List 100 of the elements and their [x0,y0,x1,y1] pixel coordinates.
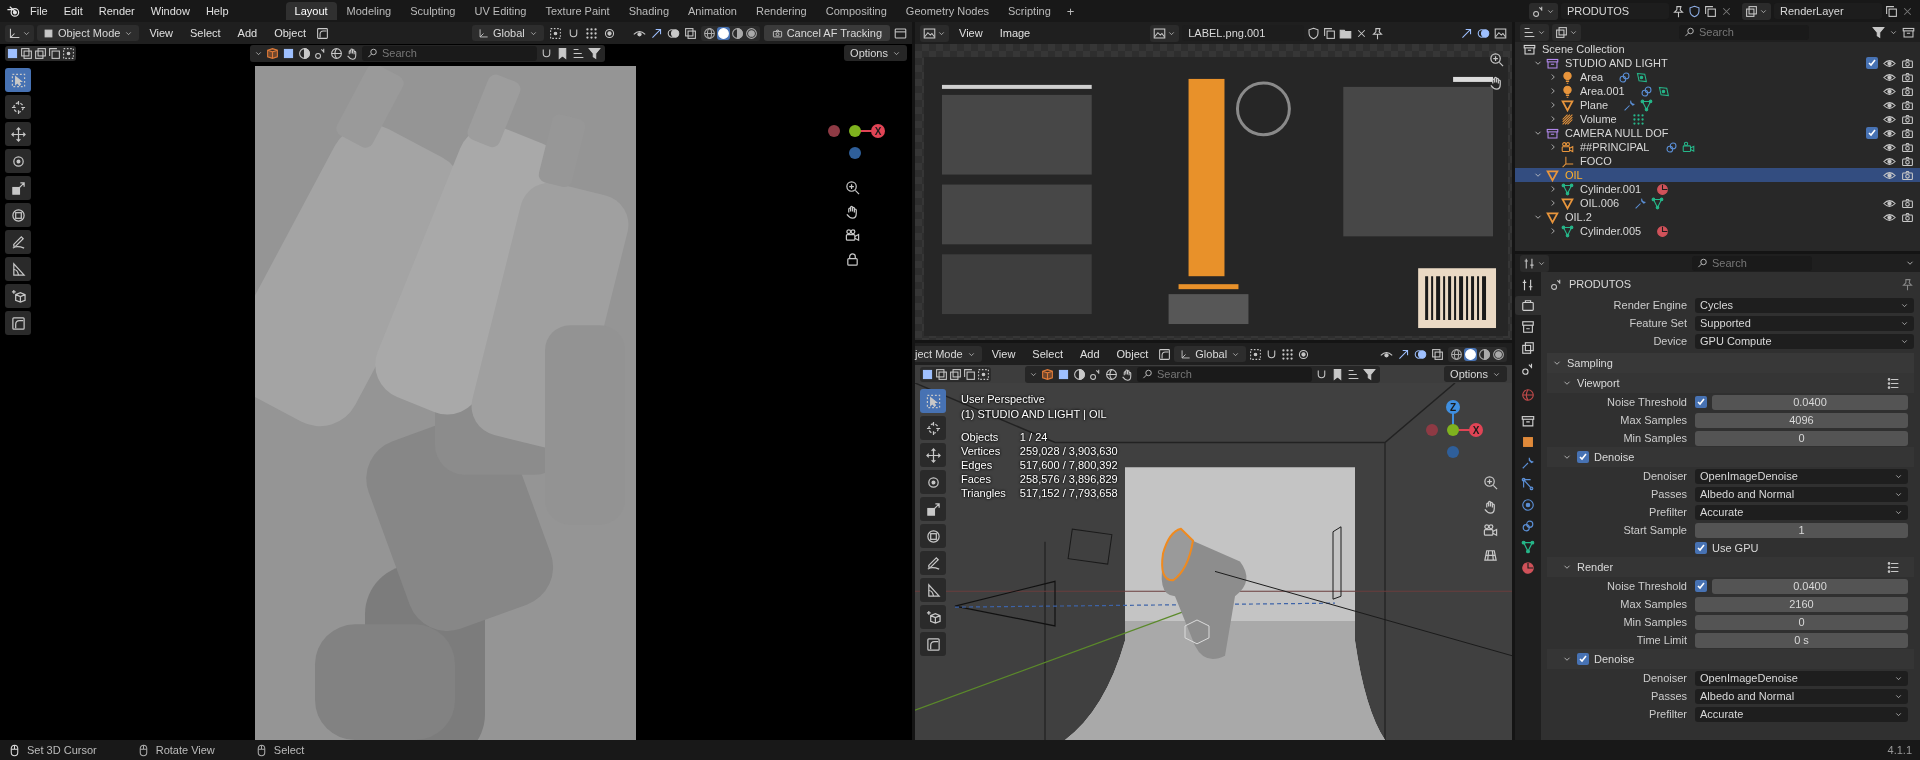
orientation-dropdown[interactable]: Global [472,25,544,41]
collection-info: (1) STUDIO AND LIGHT | OIL [961,408,1108,420]
workspace-tab[interactable]: UV Editing [465,2,536,20]
outliner-item-name: Area [1580,71,1604,83]
cancel-tracking-button[interactable]: Cancel AF Tracking [763,25,890,41]
outliner-item[interactable]: Area.001 [1515,84,1920,98]
outliner-item-name: Area.001 [1580,85,1625,97]
stat-label: Objects [961,431,1000,443]
search-field[interactable]: Search [1692,255,1812,271]
panel-header[interactable]: Sampling [1547,353,1914,373]
view-layer-field[interactable]: RenderLayer [1774,3,1882,19]
status-hint: Set 3D Cursor [27,744,97,756]
property-dropdown[interactable]: Albedo and Normal [1695,486,1908,502]
property-dropdown[interactable]: Cycles [1695,297,1914,313]
property-label: Device [1652,335,1687,347]
menu-item[interactable]: View [984,346,1023,362]
workspace-tab[interactable]: Shading [619,2,679,20]
menu-item[interactable]: Select [1025,346,1070,362]
menu-item[interactable]: Render [91,3,142,19]
menu-item[interactable]: Object [1109,346,1156,362]
number-field[interactable]: 0.0400 [1712,578,1908,594]
outliner-item[interactable]: CAMERA NULL DOF [1515,126,1920,140]
options-dropdown[interactable]: Options [844,45,907,61]
outliner-item[interactable]: OIL.2 [1515,210,1920,224]
menu-item[interactable]: Object [267,25,313,41]
number-field[interactable]: 0 s [1695,632,1908,648]
stat-label: Faces [961,473,992,485]
workspace-tab[interactable]: Modeling [337,2,401,20]
stat-label: Edges [961,459,994,471]
workspace-tab[interactable]: Geometry Nodes [896,2,998,20]
menu-item[interactable]: Image [992,25,1038,41]
outliner-item-name: CAMERA NULL DOF [1565,127,1669,139]
axis-gizmo[interactable]: X [822,98,892,168]
menu-item[interactable]: File [23,3,55,19]
menu-item[interactable]: Window [143,3,197,19]
scene-field[interactable]: PRODUTOS [1561,3,1669,19]
stat-value: 517,152 / 7,793,658 [1019,487,1118,499]
outliner-item[interactable]: OIL [1515,168,1920,182]
panel-title: Render [1577,561,1614,573]
workspace-tab[interactable]: Compositing [816,2,896,20]
property-label: Time Limit [1635,634,1687,646]
property-dropdown[interactable]: GPU Compute [1695,333,1914,349]
stat-value: 1 / 24 [1019,431,1049,443]
outliner-item-name: Cylinder.005 [1580,225,1642,237]
subpanel-header[interactable]: Denoise [1547,447,1914,467]
outliner-item[interactable]: Volume [1515,112,1920,126]
property-label: Prefilter [1648,506,1687,518]
property-label: Feature Set [1628,317,1687,329]
menu-item[interactable]: Add [1072,346,1107,362]
outliner-item-name: Scene Collection [1542,43,1625,55]
orientation-dropdown[interactable]: Global [1174,346,1247,362]
axis-gizmo[interactable]: Z X [1420,397,1490,467]
mode-dropdown[interactable]: ject Mode [915,346,982,362]
panel-title: Sampling [1567,357,1613,369]
number-field[interactable]: 4096 [1695,412,1908,428]
search-field[interactable]: Search [362,45,537,61]
checkbox-label: Use GPU [1712,542,1759,554]
workspace-tab[interactable]: Sculpting [401,2,465,20]
add-workspace-button[interactable]: + [1060,2,1081,20]
property-dropdown[interactable]: Albedo and Normal [1695,688,1908,704]
property-label: Denoiser [1641,672,1687,684]
workspace-tab[interactable]: Scripting [999,2,1060,20]
outliner-item[interactable]: STUDIO AND LIGHT [1515,56,1920,70]
menu-item[interactable]: Select [183,25,228,41]
subpanel-header[interactable]: Viewport [1547,373,1914,393]
number-field[interactable]: 1 [1695,522,1908,538]
outliner-item[interactable]: Area [1515,70,1920,84]
menu-item[interactable]: Edit [56,3,90,19]
outliner-item[interactable]: Cylinder.001 [1515,182,1920,196]
outliner-item[interactable]: ##PRINCIPAL [1515,140,1920,154]
property-dropdown[interactable]: Accurate [1695,504,1908,520]
mode-dropdown[interactable]: Object Mode [37,25,140,41]
search-field[interactable]: Search [1137,366,1312,382]
options-dropdown[interactable]: Options [1444,366,1507,382]
number-field[interactable]: 0 [1695,614,1908,630]
property-dropdown[interactable]: Supported [1695,315,1914,331]
outliner-item[interactable]: OIL.006 [1515,196,1920,210]
outliner-item[interactable]: FOCO [1515,154,1920,168]
subpanel-header[interactable]: Render [1547,557,1914,577]
property-label: Passes [1649,690,1687,702]
property-dropdown[interactable]: OpenImageDenoise [1695,468,1908,484]
workspace-tab[interactable]: Rendering [746,2,816,20]
menu-item[interactable]: Add [230,25,265,41]
workspace-tab[interactable]: Animation [679,2,746,20]
property-dropdown[interactable]: Accurate [1695,706,1908,722]
outliner-item-name: OIL.2 [1565,211,1592,223]
number-field[interactable]: 0 [1695,430,1908,446]
outliner-item[interactable]: Plane [1515,98,1920,112]
subpanel-header[interactable]: Denoise [1547,649,1914,669]
search-field[interactable]: Search [1679,24,1809,40]
menu-item[interactable]: Help [198,3,236,19]
menu-item[interactable]: View [952,25,990,41]
property-dropdown[interactable]: OpenImageDenoise [1695,670,1908,686]
workspace-tab[interactable]: Texture Paint [536,2,619,20]
number-field[interactable]: 0.0400 [1712,394,1908,410]
workspace-tab[interactable]: Layout [285,2,337,20]
outliner-item[interactable]: Cylinder.005 [1515,224,1920,238]
number-field[interactable]: 2160 [1695,596,1908,612]
outliner-item-name: ##PRINCIPAL [1580,141,1650,153]
menu-item[interactable]: View [142,25,181,41]
